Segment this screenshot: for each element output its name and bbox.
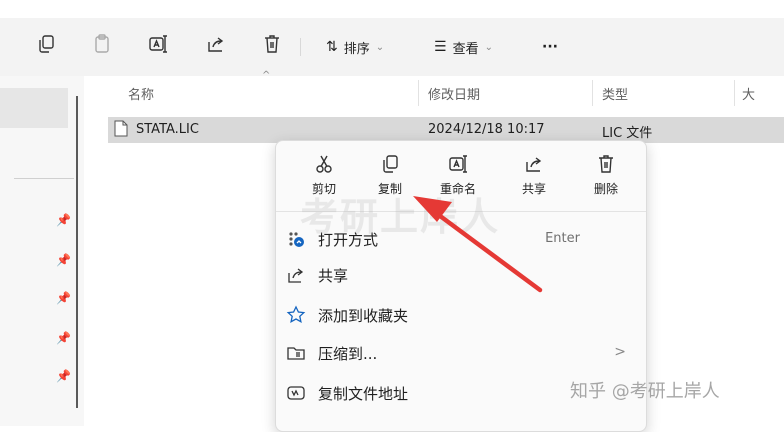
compress-icon <box>286 343 306 363</box>
cut-icon <box>294 153 354 175</box>
view-icon: ☰ <box>434 39 447 55</box>
delete-icon <box>576 153 636 175</box>
delete-icon[interactable] <box>258 30 286 58</box>
sort-ascending-icon: ^ <box>262 70 271 81</box>
menu-item-label: 共享 <box>318 267 349 285</box>
toolbar-divider <box>300 38 301 56</box>
nav-selected-item[interactable] <box>0 88 68 128</box>
sort-button[interactable]: ⇅ 排序 ⌄ <box>326 36 384 58</box>
file-type: LIC 文件 <box>602 126 653 141</box>
pin-icon[interactable]: 📌 <box>56 214 71 226</box>
menu-item-share[interactable]: 共享 <box>276 257 646 293</box>
menu-item-label: 添加到收藏夹 <box>318 307 409 325</box>
zhihu-watermark: 知乎 @考研上岸人 <box>570 381 720 402</box>
column-header-size[interactable]: 大 <box>742 84 755 103</box>
delete-label: 删除 <box>593 182 618 196</box>
menu-item-label: 复制文件地址 <box>318 385 409 403</box>
view-label: 查看 <box>452 41 479 57</box>
column-divider[interactable] <box>592 80 593 106</box>
share-icon[interactable] <box>202 30 230 58</box>
nav-pane-border <box>76 96 78 408</box>
rename-icon <box>428 153 488 175</box>
command-bar: ⇅ 排序 ⌄ ☰ 查看 ⌄ ··· <box>0 18 784 76</box>
delete-action[interactable]: 删除 <box>576 149 636 201</box>
file-modified: 2024/12/18 10:17 <box>428 122 545 137</box>
sort-label: 排序 <box>343 41 370 57</box>
copy-path-icon <box>286 383 306 403</box>
chevron-right-icon: > <box>614 344 626 360</box>
pin-icon[interactable]: 📌 <box>56 332 71 344</box>
share-label: 共享 <box>521 182 546 196</box>
chevron-down-icon: ⌄ <box>484 41 493 53</box>
column-header-modified[interactable]: 修改日期 <box>428 84 480 103</box>
file-icon <box>114 120 128 137</box>
more-options-button[interactable]: ··· <box>542 36 558 58</box>
pin-icon[interactable]: 📌 <box>56 254 71 266</box>
paste-icon[interactable] <box>88 30 116 58</box>
chevron-down-icon: ⌄ <box>375 41 385 53</box>
watermark-text: 考研上岸人 <box>300 195 501 239</box>
pin-icon[interactable]: 📌 <box>56 370 71 382</box>
menu-item-label: 压缩到... <box>318 345 378 363</box>
copy-icon <box>360 153 420 175</box>
column-divider[interactable] <box>418 80 419 106</box>
rename-icon[interactable] <box>144 30 172 58</box>
share-icon <box>286 265 306 285</box>
menu-item-add-favorites[interactable]: 添加到收藏夹 <box>276 297 646 333</box>
navigation-pane <box>0 76 84 426</box>
share-icon <box>504 153 564 175</box>
copy-icon[interactable] <box>32 30 60 58</box>
nav-divider <box>14 178 74 179</box>
column-header-type[interactable]: 类型 <box>602 84 628 103</box>
pin-icon[interactable]: 📌 <box>56 292 71 304</box>
sort-icon: ⇅ <box>326 39 338 55</box>
star-icon <box>286 305 306 325</box>
shortcut-label: Enter <box>545 231 580 246</box>
share-action[interactable]: 共享 <box>504 149 564 201</box>
column-header-name[interactable]: 名称 <box>128 84 154 103</box>
column-divider[interactable] <box>734 80 735 106</box>
view-button[interactable]: ☰ 查看 ⌄ <box>434 36 493 58</box>
title-strip <box>0 0 784 18</box>
file-name[interactable]: STATA.LIC <box>136 122 199 137</box>
menu-item-compress[interactable]: 压缩到... > <box>276 335 646 371</box>
